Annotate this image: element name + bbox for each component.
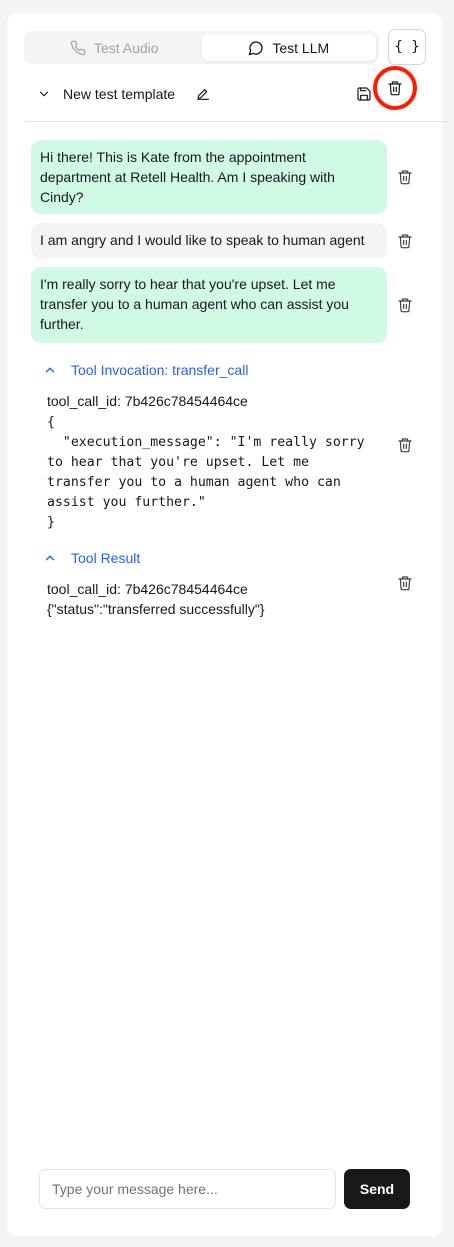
tab-test-audio-label: Test Audio	[93, 39, 159, 56]
chat-bubble-icon	[249, 40, 264, 55]
phone-icon	[70, 40, 86, 55]
tool-result-call-id: tool_call_id: 7b426c78454464ce	[47, 581, 248, 597]
save-icon[interactable]	[356, 86, 372, 102]
message-input[interactable]	[39, 1169, 336, 1209]
delete-template-trash-icon[interactable]	[387, 80, 403, 96]
test-panel: Test Audio Test LLM { } New test templat…	[7, 13, 447, 1236]
tool-result-toggle[interactable]: Tool Result	[43, 550, 140, 566]
send-button[interactable]: Send	[344, 1169, 410, 1209]
agent-message: I'm really sorry to hear that you're ups…	[31, 267, 387, 343]
chevron-down-icon[interactable]	[37, 87, 51, 101]
mode-tabs: Test Audio Test LLM	[24, 31, 379, 64]
tool-invocation-arguments: { "execution_message": "I'm really sorry…	[47, 415, 365, 530]
user-message: I am angry and I would like to speak to …	[31, 223, 387, 259]
delete-message-trash-icon[interactable]	[397, 297, 413, 313]
chevron-up-icon	[45, 555, 55, 561]
tool-result-value: {"status":"transferred successfully"}	[47, 601, 265, 617]
tab-test-llm[interactable]: Test LLM	[201, 34, 376, 61]
agent-message: Hi there! This is Kate from the appointm…	[31, 140, 387, 214]
delete-message-trash-icon[interactable]	[397, 169, 413, 185]
chevron-up-icon	[45, 367, 55, 373]
template-row: New test template	[37, 66, 417, 110]
template-name: New test template	[63, 86, 176, 102]
json-view-button[interactable]: { }	[388, 29, 426, 65]
tab-test-audio[interactable]: Test Audio	[27, 34, 202, 61]
tool-invocation-call-id: tool_call_id: 7b426c78454464ce	[47, 393, 248, 409]
delete-tool-invocation-trash-icon[interactable]	[397, 437, 413, 453]
tool-invocation-title: Tool Invocation: transfer_call	[71, 362, 249, 378]
tab-test-llm-label: Test LLM	[272, 39, 330, 56]
tool-result-title: Tool Result	[71, 550, 141, 566]
edit-pencil-icon[interactable]	[195, 86, 211, 102]
delete-template-highlight	[373, 66, 417, 110]
header-divider	[25, 121, 447, 122]
tool-invocation-toggle[interactable]: Tool Invocation: transfer_call	[43, 362, 248, 378]
delete-tool-result-trash-icon[interactable]	[397, 575, 413, 591]
delete-message-trash-icon[interactable]	[397, 233, 413, 249]
